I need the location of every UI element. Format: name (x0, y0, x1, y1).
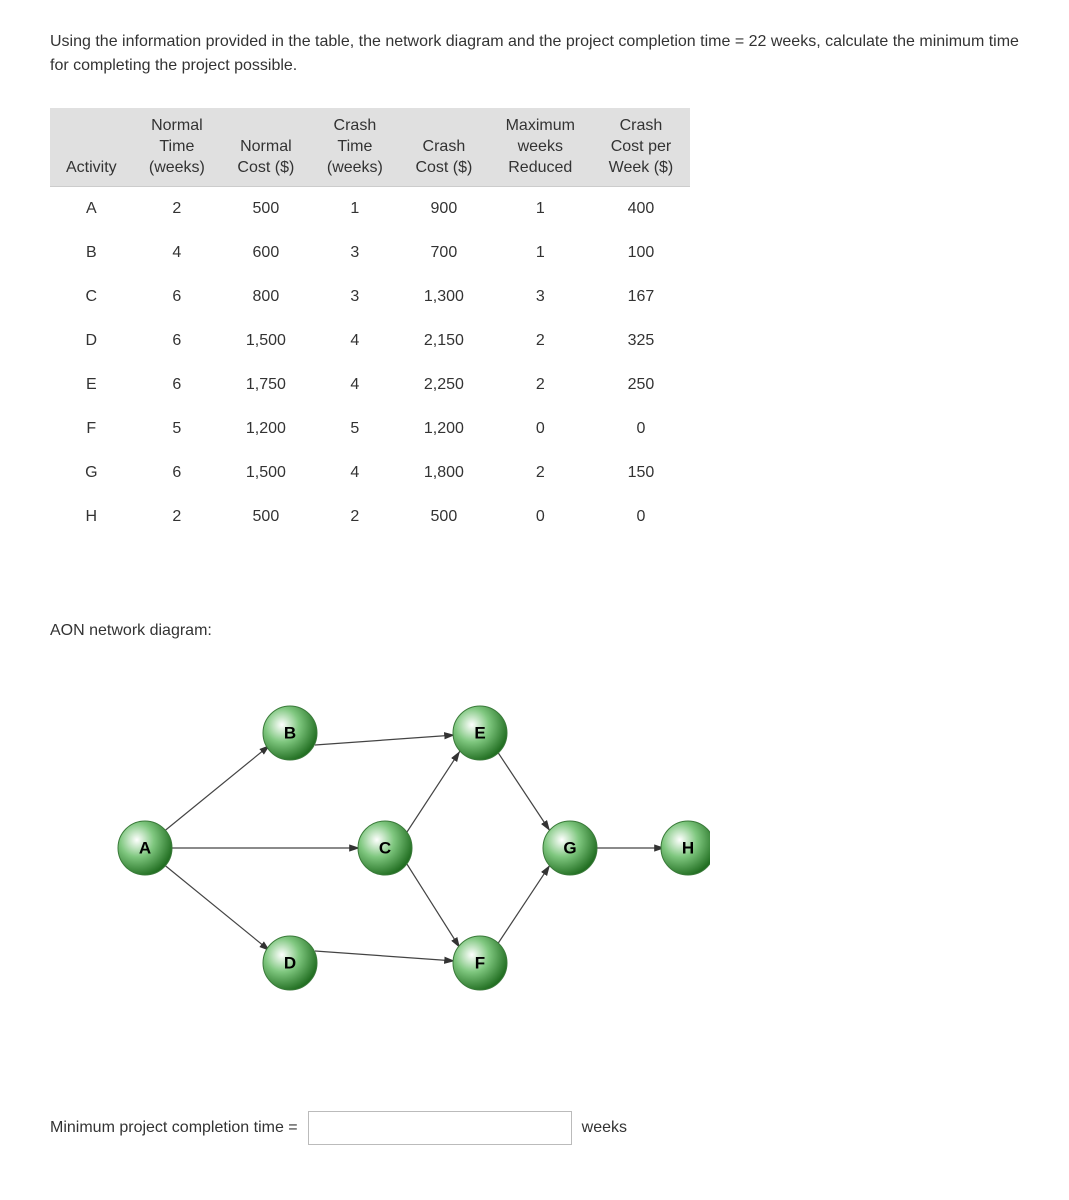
col-normal-cost: NormalCost ($) (221, 108, 311, 187)
cell-crash_time: 4 (311, 451, 400, 495)
answer-input[interactable] (308, 1111, 572, 1145)
cell-ccpw: 0 (592, 407, 690, 451)
cell-activity: D (50, 319, 133, 363)
table-row: B460037001100 (50, 231, 690, 275)
cell-normal_time: 2 (133, 187, 222, 232)
cell-activity: H (50, 495, 133, 539)
cell-crash_cost: 2,250 (399, 363, 489, 407)
cell-max_reduced: 3 (489, 275, 592, 319)
cell-max_reduced: 1 (489, 231, 592, 275)
cell-crash_cost: 1,200 (399, 407, 489, 451)
cell-normal_cost: 800 (221, 275, 311, 319)
cell-ccpw: 150 (592, 451, 690, 495)
cell-crash_time: 2 (311, 495, 400, 539)
svg-text:F: F (475, 954, 485, 973)
cell-crash_time: 5 (311, 407, 400, 451)
cell-max_reduced: 2 (489, 363, 592, 407)
col-activity: Activity (50, 108, 133, 187)
cell-normal_time: 5 (133, 407, 222, 451)
cell-activity: E (50, 363, 133, 407)
table-row: C680031,3003167 (50, 275, 690, 319)
cell-normal_time: 6 (133, 275, 222, 319)
col-crash-cost-per-week: CrashCost perWeek ($) (592, 108, 690, 187)
network-diagram: A B C D E F G H (90, 683, 1019, 1021)
col-crash-cost: CrashCost ($) (399, 108, 489, 187)
cell-crash_time: 3 (311, 275, 400, 319)
diagram-title: AON network diagram: (50, 619, 1019, 643)
node-h: H (661, 821, 710, 875)
col-crash-time: CrashTime(weeks) (311, 108, 400, 187)
svg-text:G: G (563, 839, 576, 858)
cell-crash_cost: 500 (399, 495, 489, 539)
node-c: C (358, 821, 412, 875)
cell-crash_time: 3 (311, 231, 400, 275)
cell-normal_cost: 500 (221, 187, 311, 232)
question-text: Using the information provided in the ta… (50, 30, 1019, 78)
svg-text:C: C (379, 839, 391, 858)
cell-normal_time: 6 (133, 363, 222, 407)
cell-crash_cost: 1,800 (399, 451, 489, 495)
node-e: E (453, 706, 507, 760)
cell-normal_time: 6 (133, 451, 222, 495)
cell-max_reduced: 0 (489, 495, 592, 539)
node-f: F (453, 936, 507, 990)
svg-text:E: E (474, 724, 485, 743)
node-a: A (118, 821, 172, 875)
cell-ccpw: 325 (592, 319, 690, 363)
cell-activity: F (50, 407, 133, 451)
cell-normal_time: 2 (133, 495, 222, 539)
cell-max_reduced: 1 (489, 187, 592, 232)
table-row: F51,20051,20000 (50, 407, 690, 451)
cell-ccpw: 167 (592, 275, 690, 319)
answer-unit: weeks (582, 1116, 627, 1140)
cell-activity: A (50, 187, 133, 232)
node-g: G (543, 821, 597, 875)
cell-activity: G (50, 451, 133, 495)
svg-text:H: H (682, 839, 694, 858)
svg-text:D: D (284, 954, 296, 973)
cell-crash_cost: 700 (399, 231, 489, 275)
cell-max_reduced: 2 (489, 451, 592, 495)
cell-max_reduced: 2 (489, 319, 592, 363)
svg-text:A: A (139, 839, 151, 858)
cell-crash_cost: 2,150 (399, 319, 489, 363)
cell-normal_cost: 1,500 (221, 319, 311, 363)
answer-label: Minimum project completion time = (50, 1116, 298, 1140)
table-row: G61,50041,8002150 (50, 451, 690, 495)
table-row: H2500250000 (50, 495, 690, 539)
cell-normal_cost: 1,750 (221, 363, 311, 407)
cell-normal_time: 6 (133, 319, 222, 363)
cell-normal_cost: 1,200 (221, 407, 311, 451)
cell-normal_time: 4 (133, 231, 222, 275)
table-row: A250019001400 (50, 187, 690, 232)
cell-activity: B (50, 231, 133, 275)
node-d: D (263, 936, 317, 990)
cell-ccpw: 100 (592, 231, 690, 275)
activity-table: Activity NormalTime(weeks) NormalCost ($… (50, 108, 690, 539)
col-max-reduced: MaximumweeksReduced (489, 108, 592, 187)
cell-normal_cost: 500 (221, 495, 311, 539)
cell-ccpw: 250 (592, 363, 690, 407)
table-row: E61,75042,2502250 (50, 363, 690, 407)
cell-crash_time: 4 (311, 363, 400, 407)
cell-crash_cost: 900 (399, 187, 489, 232)
cell-normal_cost: 1,500 (221, 451, 311, 495)
cell-ccpw: 400 (592, 187, 690, 232)
node-b: B (263, 706, 317, 760)
cell-max_reduced: 0 (489, 407, 592, 451)
cell-normal_cost: 600 (221, 231, 311, 275)
col-normal-time: NormalTime(weeks) (133, 108, 222, 187)
cell-activity: C (50, 275, 133, 319)
table-row: D61,50042,1502325 (50, 319, 690, 363)
cell-crash_time: 4 (311, 319, 400, 363)
cell-crash_time: 1 (311, 187, 400, 232)
cell-ccpw: 0 (592, 495, 690, 539)
cell-crash_cost: 1,300 (399, 275, 489, 319)
svg-text:B: B (284, 724, 296, 743)
